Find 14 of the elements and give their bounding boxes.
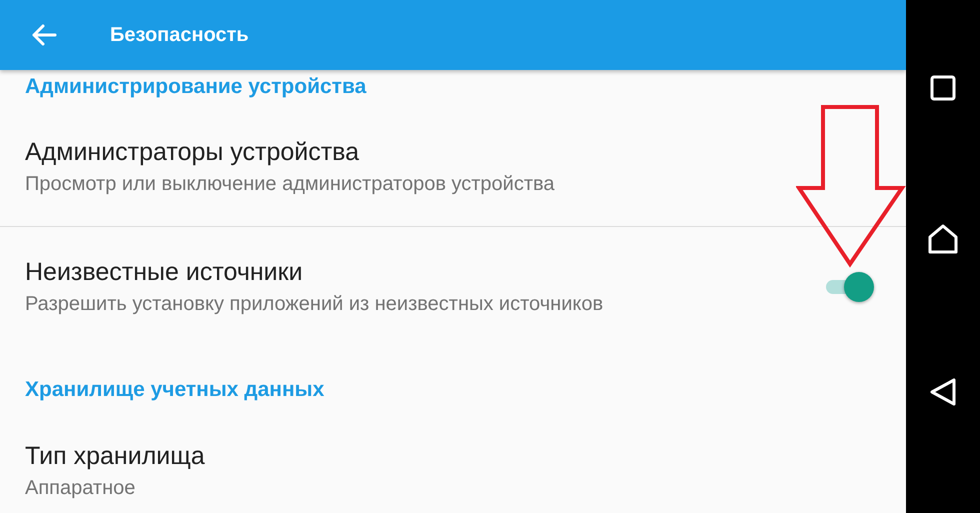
setting-summary: Разрешить установку приложений из неизвестных источников	[25, 292, 604, 317]
section-header: Администрирование устройства	[25, 75, 366, 98]
back-arrow-icon[interactable]	[31, 24, 57, 46]
home-icon[interactable]	[927, 224, 959, 254]
setting-title[interactable]: Неизвестные источники	[25, 255, 303, 289]
back-icon[interactable]	[929, 377, 957, 407]
setting-summary: Аппаратное	[25, 476, 136, 501]
recents-icon[interactable]	[930, 75, 956, 101]
screen-title: Безопасность	[110, 24, 249, 46]
section-header: Хранилище учетных данных	[25, 378, 324, 401]
setting-summary: Просмотр или выключение администраторов устройства	[25, 172, 555, 197]
setting-title[interactable]: Тип хранилища	[25, 439, 205, 473]
toggle-switch[interactable]	[824, 271, 876, 303]
setting-title[interactable]: Администраторы устройства	[25, 135, 360, 169]
